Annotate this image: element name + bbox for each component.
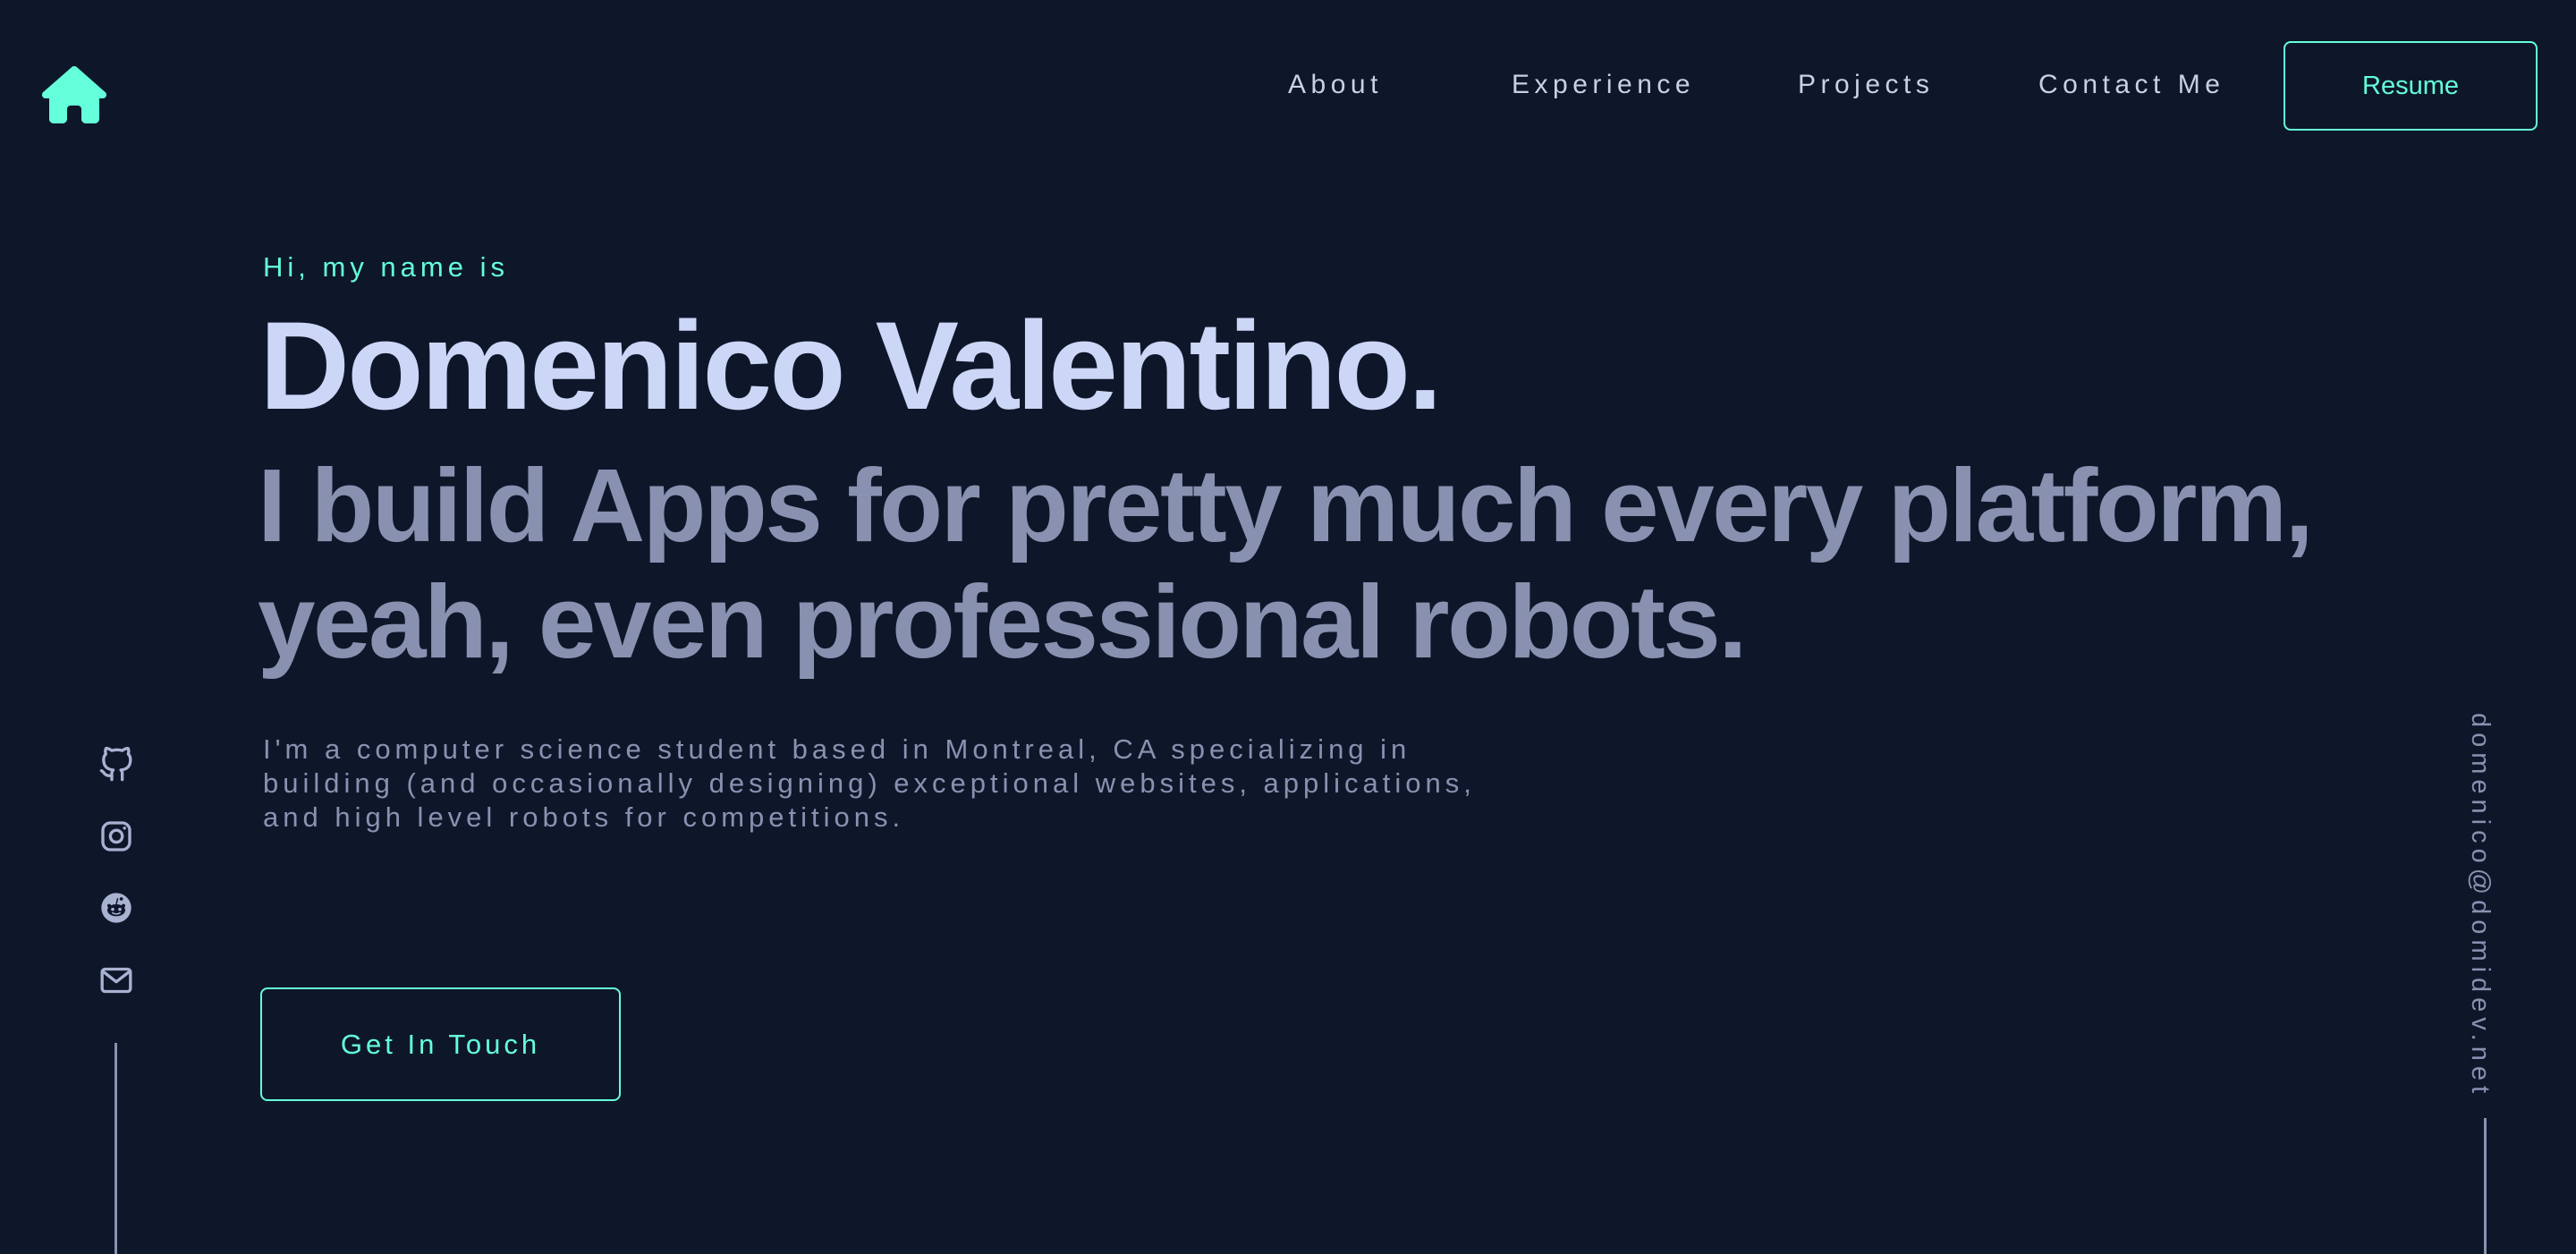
instagram-icon[interactable] bbox=[98, 818, 134, 854]
nav-contact-me[interactable]: Contact Me bbox=[2038, 70, 2224, 100]
contact-email-link[interactable]: domenico@domidev.net bbox=[2465, 713, 2495, 1098]
nav-about[interactable]: About bbox=[1288, 70, 1383, 100]
left-vertical-divider bbox=[114, 1043, 117, 1254]
github-icon[interactable] bbox=[98, 747, 134, 783]
hero-tagline: I build Apps for pretty much every platf… bbox=[258, 447, 2314, 680]
hero-bio: I'm a computer science student based in … bbox=[263, 733, 1476, 833]
nav-experience[interactable]: Experience bbox=[1512, 70, 1695, 100]
home-icon-graphic bbox=[42, 66, 106, 123]
get-in-touch-button[interactable]: Get In Touch bbox=[260, 987, 621, 1101]
hero-greeting: Hi, my name is bbox=[263, 251, 509, 283]
email-icon[interactable] bbox=[98, 962, 134, 998]
portfolio-page: About Experience Projects Contact Me Res… bbox=[0, 0, 2576, 1254]
resume-button[interactable]: Resume bbox=[2284, 41, 2538, 131]
reddit-icon[interactable] bbox=[98, 890, 134, 926]
nav-projects[interactable]: Projects bbox=[1798, 70, 1934, 100]
home-icon[interactable] bbox=[41, 66, 107, 123]
hero-name: Domenico Valentino. bbox=[259, 295, 1443, 436]
right-vertical-divider bbox=[2484, 1118, 2487, 1254]
